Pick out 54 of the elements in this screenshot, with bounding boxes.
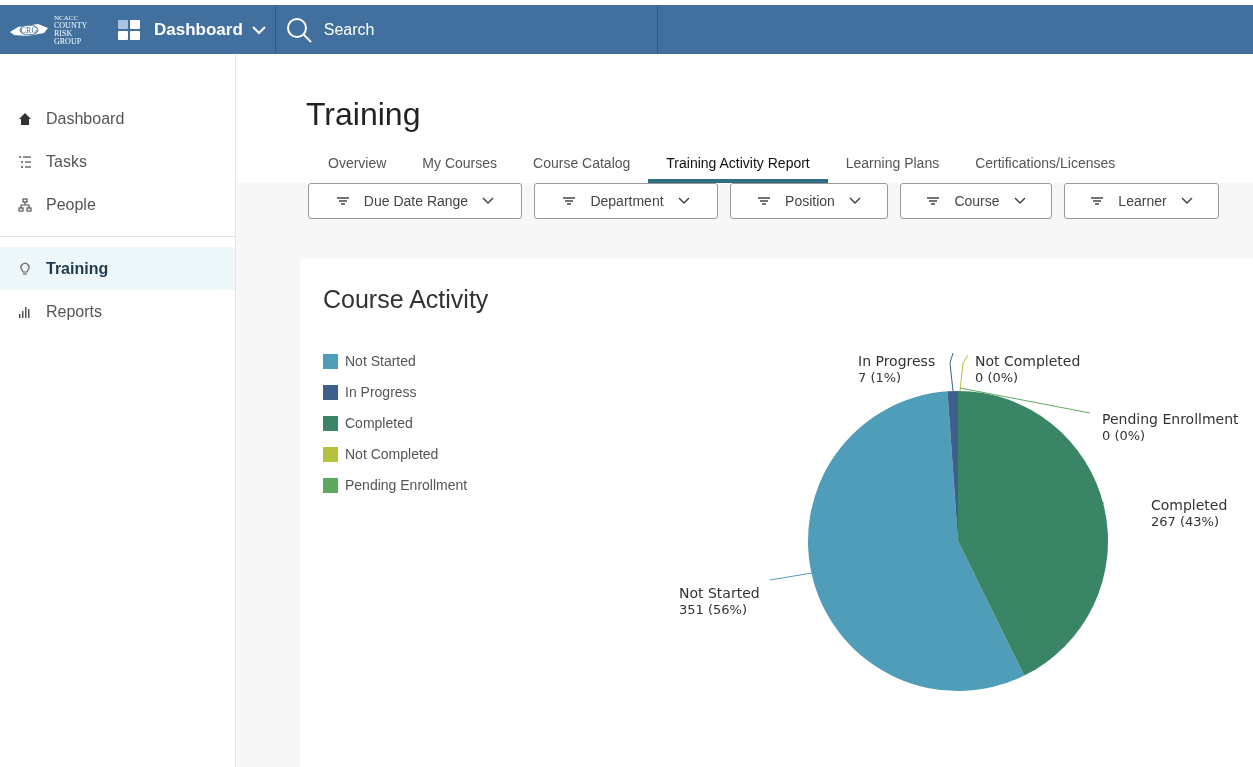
legend-label: In Progress	[345, 382, 417, 402]
search-icon	[285, 16, 312, 43]
filter-dropdown[interactable]: Department	[534, 183, 718, 219]
slice-value: 7 (1%)	[858, 369, 902, 385]
filter-icon	[757, 196, 772, 206]
filter-dropdown[interactable]: Due Date Range	[308, 183, 522, 219]
slice-label: Not Completed	[975, 352, 1081, 369]
sidebar-item[interactable]: Tasks	[0, 140, 235, 183]
org-chart-icon	[18, 197, 32, 212]
tab[interactable]: Course Catalog	[515, 148, 649, 183]
legend-label: Not Started	[345, 351, 416, 371]
filter-icon	[926, 196, 941, 206]
tab[interactable]: Certifications/Licenses	[957, 148, 1134, 183]
tab[interactable]: My Courses	[404, 148, 516, 183]
chevron-down-icon	[1013, 197, 1026, 205]
filter-icon	[562, 196, 577, 206]
slice-label: Completed	[1151, 496, 1228, 513]
slice-value: 267 (43%)	[1151, 513, 1219, 529]
apps-icon[interactable]	[118, 19, 140, 40]
list-icon	[18, 154, 32, 169]
dashboard-menu[interactable]: Dashboard	[154, 5, 275, 54]
slice-value: 351 (56%)	[679, 601, 747, 617]
page-title: Training	[306, 95, 422, 134]
leader-line	[769, 572, 813, 580]
slice-value: 0 (0%)	[975, 369, 1019, 385]
leader-line	[949, 352, 954, 391]
search-field[interactable]: Search	[323, 17, 524, 42]
filter-icon	[335, 196, 350, 206]
slice-value: 0 (0%)	[1102, 427, 1146, 443]
slice-label: Not Started	[679, 584, 760, 601]
chevron-down-icon	[250, 24, 267, 35]
home-icon	[18, 111, 32, 126]
sidebar-item[interactable]: Training	[0, 247, 235, 290]
sidebar-item[interactable]: Dashboard	[0, 97, 235, 140]
sidebar-item[interactable]: People	[0, 183, 235, 226]
filter-icon	[1090, 196, 1105, 206]
legend-label: Pending Enrollment	[345, 475, 468, 495]
chevron-down-icon	[1180, 197, 1193, 205]
filter-dropdown[interactable]: Position	[730, 183, 888, 219]
lightbulb-icon	[18, 261, 32, 276]
sidebar-item[interactable]: Reports	[0, 290, 235, 333]
tab[interactable]: Overview	[310, 148, 405, 183]
filter-dropdown[interactable]: Course	[900, 183, 1052, 219]
bar-chart-icon	[18, 304, 32, 319]
chevron-down-icon	[848, 197, 861, 205]
legend-label: Not Completed	[345, 444, 439, 464]
slice-label: Pending Enrollment	[1102, 410, 1239, 427]
filter-dropdown[interactable]: Learner	[1064, 183, 1219, 219]
chevron-down-icon	[677, 197, 690, 205]
tab[interactable]: Learning Plans	[827, 148, 958, 183]
chevron-down-icon	[482, 197, 495, 205]
legend-label: Completed	[345, 413, 413, 433]
slice-label: In Progress	[858, 352, 936, 369]
card-title: Course Activity	[323, 284, 490, 315]
